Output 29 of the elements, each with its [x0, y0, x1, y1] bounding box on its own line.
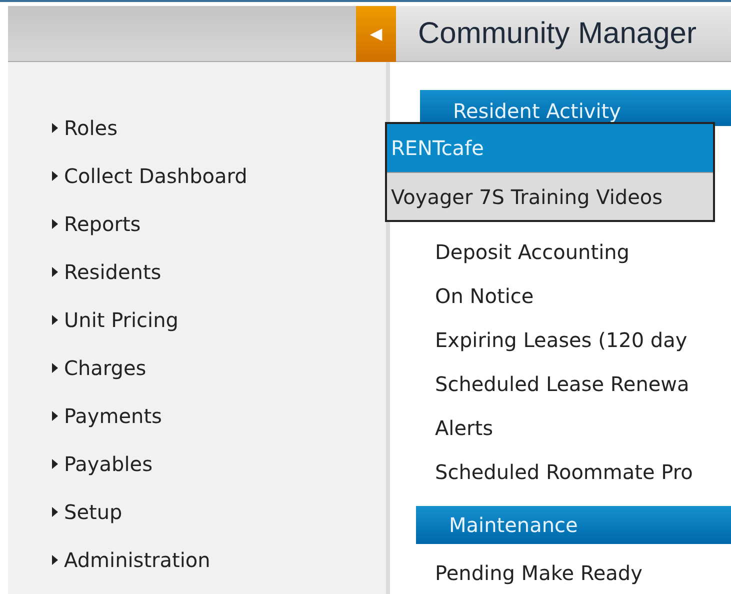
sidebar-item[interactable]: Setup [52, 488, 386, 536]
caret-icon [52, 123, 58, 133]
menu-link[interactable]: Scheduled Roommate Pro [435, 450, 731, 494]
sidebar-item[interactable]: Reports [52, 200, 386, 248]
menu-link[interactable]: Scheduled Lease Renewa [435, 362, 731, 406]
sidebar-item[interactable]: Payments [52, 392, 386, 440]
caret-icon [52, 219, 58, 229]
caret-icon [52, 363, 58, 373]
page-title: Community Manager [418, 16, 696, 52]
sidebar-item[interactable]: Charges [52, 344, 386, 392]
menu-link[interactable]: Pending Make Ready [435, 554, 731, 592]
menu-link[interactable]: Deposit Accounting [435, 230, 731, 274]
sidebar-item[interactable]: Administration [52, 536, 386, 584]
sidebar-item[interactable]: Residents [52, 248, 386, 296]
sidebar-item[interactable]: Unit Pricing [52, 296, 386, 344]
menu-link[interactable]: On Notice [435, 274, 731, 318]
caret-icon [52, 315, 58, 325]
sidebar-item[interactable]: Payables [52, 440, 386, 488]
caret-icon [52, 459, 58, 469]
caret-icon [52, 507, 58, 517]
menu-link[interactable]: Expiring Leases (120 day [435, 318, 731, 362]
section-header: Maintenance [416, 506, 731, 544]
caret-icon [52, 411, 58, 421]
menu-link[interactable]: Alerts [435, 406, 731, 450]
caret-icon [52, 171, 58, 181]
caret-icon [52, 267, 58, 277]
caret-icon [52, 555, 58, 565]
sidebar-item[interactable]: Collect Dashboard [52, 152, 386, 200]
sidebar-item[interactable]: Roles [52, 104, 386, 152]
